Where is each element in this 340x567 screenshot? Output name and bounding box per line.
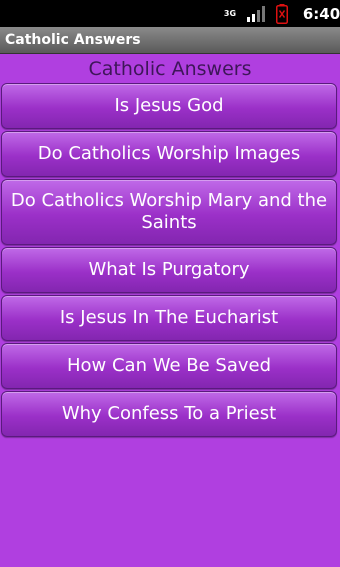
battery-alert-icon [276, 0, 292, 27]
question-button-saved[interactable]: How Can We Be Saved [1, 343, 337, 389]
app-title-bar: Catholic Answers [0, 27, 340, 54]
signal-bars-icon [247, 0, 267, 27]
question-button-confess[interactable]: Why Confess To a Priest [1, 391, 337, 437]
question-button-worship-mary-saints[interactable]: Do Catholics Worship Mary and the Saints [1, 179, 337, 245]
question-button-is-jesus-god[interactable]: Is Jesus God [1, 83, 337, 129]
question-button-worship-images[interactable]: Do Catholics Worship Images [1, 131, 337, 177]
app-title: Catholic Answers [5, 32, 141, 48]
network-type-label: 3G [223, 8, 237, 18]
page-title: Catholic Answers [88, 58, 252, 80]
status-bar: 3G 6:40 [0, 0, 340, 27]
question-button-purgatory[interactable]: What Is Purgatory [1, 247, 337, 293]
network-type-indicator: 3G [221, 0, 239, 27]
question-button-eucharist[interactable]: Is Jesus In The Eucharist [1, 295, 337, 341]
clock: 6:40 [302, 4, 340, 23]
